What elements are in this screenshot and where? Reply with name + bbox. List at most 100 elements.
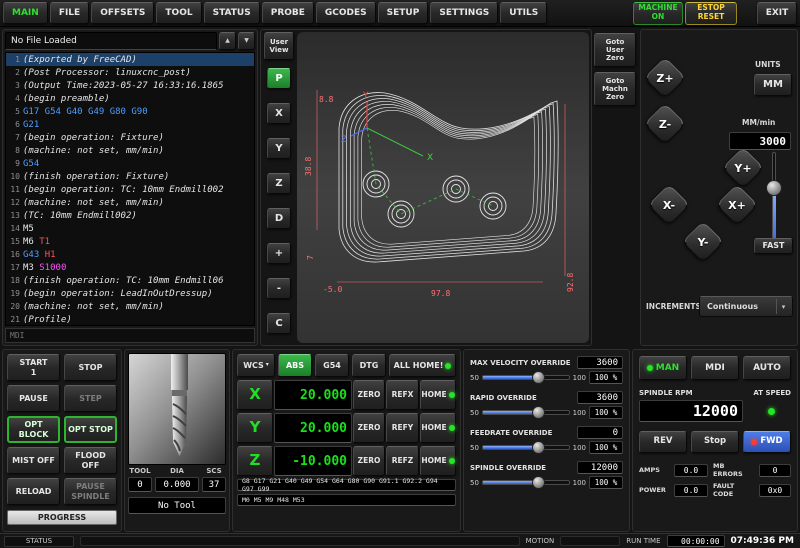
reload-button[interactable]: RELOAD bbox=[7, 478, 60, 505]
gcode-editor[interactable]: 1(Exported by FreeCAD)2(Post Processor: … bbox=[5, 52, 255, 326]
jog-z-plus-button[interactable]: Z+ bbox=[647, 60, 683, 96]
home-x-button[interactable]: HOME bbox=[420, 380, 456, 410]
home-z-button[interactable]: HOME bbox=[420, 446, 456, 476]
home-y-button[interactable]: HOME bbox=[420, 413, 456, 443]
slider-handle[interactable] bbox=[766, 180, 782, 196]
menu-tab-probe[interactable]: PROBE bbox=[262, 2, 314, 24]
zero-y-button[interactable]: ZERO bbox=[353, 413, 385, 443]
zoom-out-button[interactable]: - bbox=[267, 278, 291, 299]
jog-y-plus-button[interactable]: Y+ bbox=[725, 150, 761, 186]
menu-tab-file[interactable]: FILE bbox=[50, 2, 89, 24]
spindle-fwd-button[interactable]: FWD bbox=[743, 431, 791, 453]
jog-x-minus-button[interactable]: X- bbox=[651, 187, 687, 223]
axis-letter-x[interactable]: X bbox=[237, 380, 273, 410]
view-y-button[interactable]: Y bbox=[267, 138, 291, 159]
menu-tab-main[interactable]: MAIN bbox=[3, 2, 48, 24]
g54-button[interactable]: G54 bbox=[315, 354, 349, 377]
override-slider[interactable] bbox=[482, 371, 570, 384]
mdi-input[interactable] bbox=[5, 328, 255, 343]
view-dimensions-button[interactable]: D bbox=[267, 208, 291, 229]
increments-dropdown[interactable]: Continuous ▾ bbox=[699, 296, 793, 317]
gcode-line[interactable]: 7(begin operation: Fixture) bbox=[6, 131, 254, 144]
menu-tab-gcodes[interactable]: GCODES bbox=[316, 2, 376, 24]
menu-tab-utils[interactable]: UTILS bbox=[500, 2, 547, 24]
exit-button[interactable]: EXIT bbox=[757, 2, 797, 25]
gcode-line[interactable]: 17M3 S1000 bbox=[6, 261, 254, 274]
gcode-line[interactable]: 18(finish operation: TC: 10mm Endmill06 bbox=[6, 274, 254, 287]
fast-button[interactable]: FAST bbox=[754, 238, 793, 254]
gcode-line[interactable]: 4(begin preamble) bbox=[6, 92, 254, 105]
zoom-in-button[interactable]: + bbox=[267, 243, 291, 264]
slider-handle[interactable] bbox=[532, 441, 545, 454]
gcode-line[interactable]: 1(Exported by FreeCAD) bbox=[6, 53, 254, 66]
slider-handle[interactable] bbox=[532, 406, 545, 419]
gcode-line[interactable]: 3(Output Time:2023-05-27 16:33:16.1865 bbox=[6, 79, 254, 92]
slider-handle[interactable] bbox=[532, 476, 545, 489]
auto-mode-button[interactable]: AUTO bbox=[743, 356, 791, 380]
menu-tab-tool[interactable]: TOOL bbox=[156, 2, 201, 24]
zero-z-button[interactable]: ZERO bbox=[353, 446, 385, 476]
jog-y-minus-button[interactable]: Y- bbox=[685, 224, 721, 260]
abs-button[interactable]: ABS bbox=[278, 354, 312, 377]
menu-tab-offsets[interactable]: OFFSETS bbox=[91, 2, 154, 24]
menu-tab-settings[interactable]: SETTINGS bbox=[430, 2, 498, 24]
gcode-line[interactable]: 6G21 bbox=[6, 118, 254, 131]
opt-block-button[interactable]: OPT BLOCK bbox=[7, 416, 60, 443]
file-selector[interactable]: No File Loaded bbox=[5, 32, 217, 50]
opt-stop-button[interactable]: OPT STOP bbox=[64, 416, 117, 443]
gcode-line[interactable]: 13(TC: 10mm Endmill002) bbox=[6, 209, 254, 222]
man-mode-button[interactable]: MAN bbox=[639, 356, 687, 380]
gcode-line[interactable]: 2(Post Processor: linuxcnc_post) bbox=[6, 66, 254, 79]
view-perspective-button[interactable]: P bbox=[267, 68, 291, 89]
pause-button[interactable]: PAUSE bbox=[7, 385, 60, 412]
file-scroll-up-button[interactable]: ▲ bbox=[219, 32, 236, 50]
gcode-line[interactable]: 9G54 bbox=[6, 157, 254, 170]
spindle-rev-button[interactable]: REV bbox=[639, 431, 687, 453]
spindle-stop-button[interactable]: Stop bbox=[691, 431, 739, 453]
override-slider[interactable] bbox=[482, 441, 570, 454]
goto-user-zero-button[interactable]: Goto User Zero bbox=[594, 33, 636, 67]
menu-tab-status[interactable]: STATUS bbox=[204, 2, 260, 24]
dtg-button[interactable]: DTG bbox=[352, 354, 386, 377]
gcode-preview-canvas[interactable]: Y Z X 8.8 38.8 7 -5.0 97.8 92.8 bbox=[297, 32, 589, 343]
gcode-line[interactable]: 14M5 bbox=[6, 222, 254, 235]
gcode-line[interactable]: 19(begin operation: LeadInOutDressup) bbox=[6, 287, 254, 300]
axis-letter-z[interactable]: Z bbox=[237, 446, 273, 476]
clear-view-button[interactable]: C bbox=[267, 313, 291, 334]
gcode-line[interactable]: 5G17 G54 G40 G49 G80 G90 bbox=[6, 105, 254, 118]
gcode-line[interactable]: 16G43 H1 bbox=[6, 248, 254, 261]
flood-button[interactable]: FLOOD OFF bbox=[64, 447, 117, 474]
view-z-button[interactable]: Z bbox=[267, 173, 291, 194]
user-view-button[interactable]: User View bbox=[264, 32, 294, 60]
all-home-button[interactable]: ALL HOME! bbox=[389, 354, 456, 377]
mdi-mode-button[interactable]: MDI bbox=[691, 356, 739, 380]
ref-y-button[interactable]: REFY bbox=[386, 413, 419, 443]
zero-x-button[interactable]: ZERO bbox=[353, 380, 385, 410]
step-button[interactable]: STEP bbox=[64, 385, 117, 412]
slider-handle[interactable] bbox=[532, 371, 545, 384]
gcode-line[interactable]: 15M6 T1 bbox=[6, 235, 254, 248]
mist-button[interactable]: MIST OFF bbox=[7, 447, 60, 474]
override-slider[interactable] bbox=[482, 406, 570, 419]
jog-x-plus-button[interactable]: X+ bbox=[719, 187, 755, 223]
pause-spindle-button[interactable]: PAUSE SPINDLE bbox=[64, 478, 117, 505]
wcs-button[interactable]: WCS▾ bbox=[237, 354, 275, 377]
gcode-line[interactable]: 21(Profile) bbox=[6, 313, 254, 326]
gcode-line[interactable]: 20(machine: not set, mm/min) bbox=[6, 300, 254, 313]
stop-button[interactable]: STOP bbox=[64, 354, 117, 381]
estop-reset-button[interactable]: ESTOP RESET bbox=[685, 2, 737, 25]
view-x-button[interactable]: X bbox=[267, 103, 291, 124]
gcode-line[interactable]: 12(machine: not set, mm/min) bbox=[6, 196, 254, 209]
gcode-line[interactable]: 8(machine: not set, mm/min) bbox=[6, 144, 254, 157]
machine-on-button[interactable]: MACHINE ON bbox=[633, 2, 683, 25]
override-slider[interactable] bbox=[482, 476, 570, 489]
jog-z-minus-button[interactable]: Z- bbox=[647, 106, 683, 142]
ref-x-button[interactable]: REFX bbox=[386, 380, 419, 410]
gcode-line[interactable]: 10(finish operation: Fixture) bbox=[6, 170, 254, 183]
file-scroll-down-button[interactable]: ▼ bbox=[238, 32, 255, 50]
goto-machine-zero-button[interactable]: Goto Machn Zero bbox=[594, 72, 636, 106]
menu-tab-setup[interactable]: SETUP bbox=[378, 2, 429, 24]
cycle-start-button[interactable]: START1 bbox=[7, 354, 60, 381]
axis-letter-y[interactable]: Y bbox=[237, 413, 273, 443]
units-mm-button[interactable]: MM bbox=[754, 74, 792, 96]
